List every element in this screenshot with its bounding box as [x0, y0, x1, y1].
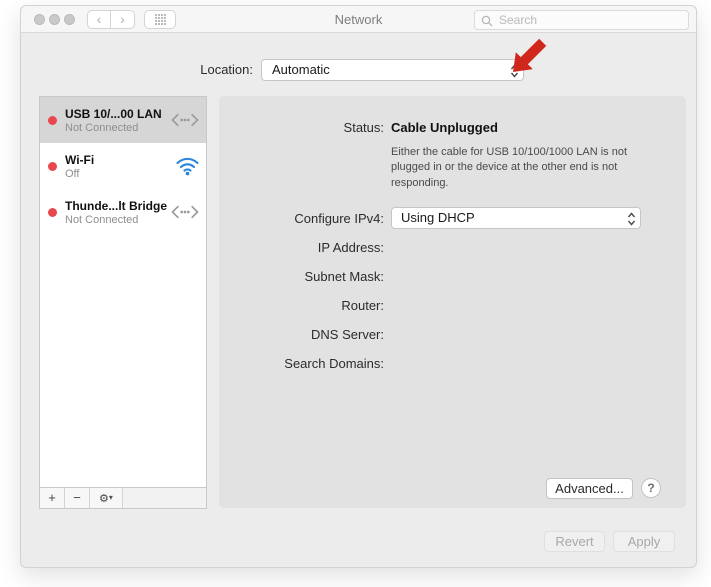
service-action-menu-button[interactable]: ⚙▾: [90, 488, 123, 508]
status-dot-red-icon: [48, 115, 57, 125]
ip-address-label: IP Address:: [317, 239, 384, 255]
gear-icon: ⚙: [99, 493, 109, 505]
ethernet-icon: [171, 113, 199, 127]
configure-ipv4-label: Configure IPv4:: [294, 210, 384, 226]
network-preferences-window: ‹ › Network Location: Aut: [20, 5, 697, 568]
router-label: Router:: [341, 297, 384, 313]
configure-ipv4-dropdown[interactable]: Using DHCP: [391, 207, 641, 230]
router-row: Router:: [219, 294, 686, 316]
remove-service-button[interactable]: −: [65, 488, 90, 508]
service-list-actions: + − ⚙▾: [40, 487, 206, 508]
search-icon: [481, 15, 493, 27]
subnet-mask-label: Subnet Mask:: [304, 268, 385, 284]
status-dot-red-icon: [48, 207, 57, 217]
dropdown-stepper-icon: [510, 64, 519, 78]
services-sidebar: USB 10/...00 LAN Not Connected Wi-Fi Off: [39, 96, 207, 509]
search-input[interactable]: [475, 11, 688, 29]
dropdown-stepper-icon: [627, 212, 636, 226]
dns-server-row: DNS Server:: [219, 323, 686, 345]
subnet-mask-row: Subnet Mask:: [219, 265, 686, 287]
service-name: Wi-Fi: [65, 152, 95, 167]
service-status: Off: [65, 167, 80, 180]
advanced-button[interactable]: Advanced...: [546, 478, 633, 499]
ipv4-form: Configure IPv4: Using DHCP IP Address: S…: [219, 207, 686, 374]
configure-ipv4-row: Configure IPv4: Using DHCP: [219, 207, 686, 230]
status-dot-red-icon: [48, 161, 57, 171]
search-domains-label: Search Domains:: [284, 355, 384, 371]
apply-button[interactable]: Apply: [613, 531, 675, 552]
service-name: Thunde...lt Bridge: [65, 198, 167, 213]
title-bar: ‹ › Network: [21, 6, 696, 33]
ethernet-icon: [171, 205, 199, 219]
location-dropdown[interactable]: Automatic: [261, 59, 524, 81]
status-value: Cable Unplugged: [391, 119, 498, 135]
status-label: Status:: [343, 119, 384, 135]
service-item-thunderbolt-bridge[interactable]: Thunde...lt Bridge Not Connected: [40, 189, 206, 235]
search-field[interactable]: [474, 10, 689, 30]
location-row: Location: Automatic: [21, 59, 696, 81]
wifi-icon: [176, 157, 199, 176]
location-value: Automatic: [272, 62, 330, 77]
service-status: Not Connected: [65, 213, 139, 226]
status-description: Either the cable for USB 10/100/1000 LAN…: [391, 146, 628, 189]
service-status: Not Connected: [65, 121, 139, 134]
service-item-usb-lan[interactable]: USB 10/...00 LAN Not Connected: [40, 97, 206, 143]
status-row: Status: Cable Unplugged: [219, 116, 686, 138]
add-service-button[interactable]: +: [40, 488, 65, 508]
dns-server-label: DNS Server:: [311, 326, 384, 342]
help-button[interactable]: ?: [641, 478, 661, 498]
service-list: USB 10/...00 LAN Not Connected Wi-Fi Off: [40, 97, 206, 487]
search-domains-row: Search Domains:: [219, 352, 686, 374]
configure-ipv4-value: Using DHCP: [401, 210, 475, 226]
revert-button[interactable]: Revert: [544, 531, 605, 552]
connection-detail-panel: Status: Cable Unplugged Either the cable…: [219, 96, 686, 508]
service-name: USB 10/...00 LAN: [65, 106, 162, 121]
ip-address-row: IP Address:: [219, 236, 686, 258]
service-item-wifi[interactable]: Wi-Fi Off: [40, 143, 206, 189]
location-label: Location:: [200, 62, 253, 77]
chevron-down-icon: ▾: [108, 493, 113, 502]
